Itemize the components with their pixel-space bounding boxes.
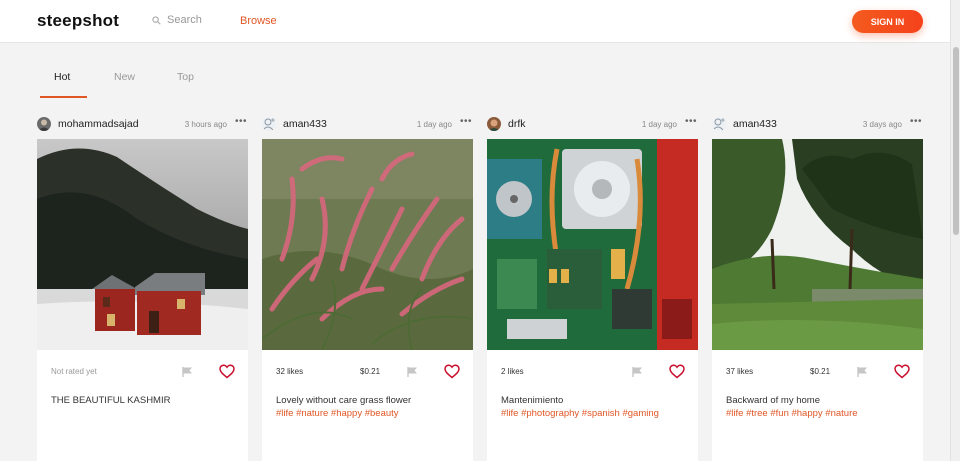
post-caption: THE BEAUTIFUL KASHMIR [51,395,171,406]
heart-icon[interactable] [219,364,235,379]
avatar[interactable] [712,117,726,131]
flag-icon[interactable] [181,366,194,378]
post-time: 1 day ago [641,120,677,129]
tab-top[interactable]: Top [177,71,194,83]
username[interactable]: aman433 [283,118,327,130]
post-image[interactable] [487,139,698,350]
post-time: 1 day ago [416,120,452,129]
post-caption: Backward of my home [726,395,820,406]
post-caption: Lovely without care grass flower [276,395,412,406]
post-card: 2 likes Mantenimiento #life #photography… [487,139,698,461]
post-header: aman433 1 day ago ••• [262,116,474,133]
avatar[interactable] [262,117,276,131]
post-stats: 32 likes $0.21 [262,361,473,383]
post-image[interactable] [262,139,473,350]
avatar[interactable] [487,117,501,131]
more-icon[interactable]: ••• [685,116,697,127]
flag-icon[interactable] [856,366,869,378]
flag-icon[interactable] [406,366,419,378]
post-caption: Mantenimiento [501,395,564,406]
more-icon[interactable]: ••• [910,116,922,127]
heart-icon[interactable] [444,364,460,379]
post-tags[interactable]: #life #photography #spanish #gaming [501,408,696,419]
post-tags[interactable]: #life #tree #fun #happy #nature [726,408,921,419]
likes-count: 2 likes [501,367,524,376]
sign-in-button[interactable]: SIGN IN [852,10,923,33]
post-header: aman433 3 days ago ••• [712,116,924,133]
post-header: drfk 1 day ago ••• [487,116,699,133]
post-header: mohammadsajad 3 hours ago ••• [37,116,249,133]
username[interactable]: mohammadsajad [58,118,139,130]
post-time: 3 hours ago [184,120,227,129]
more-icon[interactable]: ••• [235,116,247,127]
likes-count: 37 likes [726,367,754,376]
post-stats: 2 likes [487,361,698,383]
likes-count: 32 likes [276,367,304,376]
post-card: Not rated yet THE BEAUTIFUL KASHMIR [37,139,248,461]
post-stats: 37 likes $0.21 [712,361,923,383]
post-time: 3 days ago [862,120,902,129]
scrollbar[interactable] [950,0,960,461]
tab-hot[interactable]: Hot [54,71,70,83]
post-card: 32 likes $0.21 Lovely without care grass… [262,139,473,461]
top-bar: steepshot Browse SIGN IN [0,0,950,43]
scrollbar-thumb[interactable] [953,47,959,235]
payout: $0.21 [360,367,381,376]
payout: $0.21 [810,367,831,376]
username[interactable]: drfk [508,118,526,130]
active-tab-indicator [40,96,87,98]
username[interactable]: aman433 [733,118,777,130]
heart-icon[interactable] [669,364,685,379]
flag-icon[interactable] [631,366,644,378]
search-icon [152,15,161,25]
post-image[interactable] [712,139,923,350]
post-image[interactable] [37,139,248,350]
search-input[interactable] [167,14,237,26]
heart-icon[interactable] [894,364,910,379]
post-tags[interactable]: #life #nature #happy #beauty [276,408,471,419]
post-stats: Not rated yet [37,361,248,383]
tab-new[interactable]: New [114,71,135,83]
more-icon[interactable]: ••• [460,116,472,127]
avatar[interactable] [37,117,51,131]
search[interactable] [152,14,237,26]
browse-link[interactable]: Browse [240,15,277,27]
post-card: 37 likes $0.21 Backward of my home #life… [712,139,923,461]
likes-count: Not rated yet [51,367,97,376]
logo[interactable]: steepshot [37,11,119,31]
